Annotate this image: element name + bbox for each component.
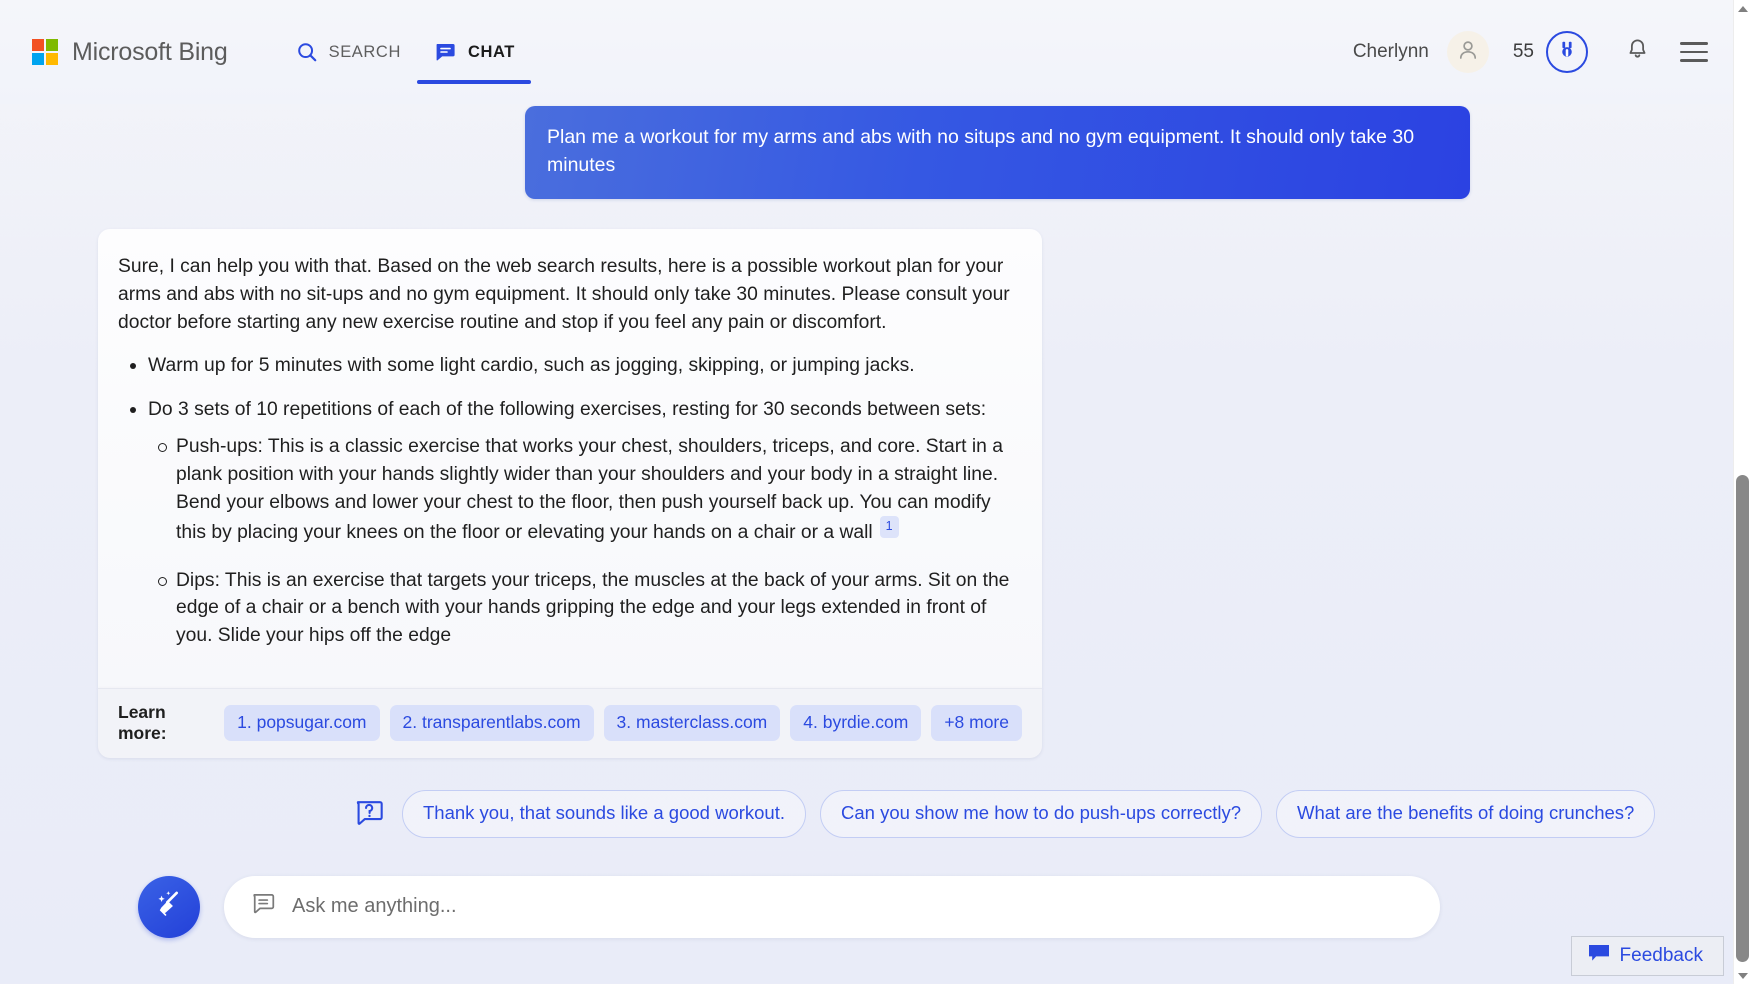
user-name: Cherlynn [1352,41,1429,62]
scroll-up-arrow-icon[interactable] [1734,0,1750,17]
new-topic-button[interactable] [138,875,200,938]
rewards-button[interactable] [1546,31,1588,73]
suggestion-chip-2[interactable]: Can you show me how to do push-ups corre… [820,789,1263,838]
list-item: Push-ups: This is a classic exercise tha… [148,433,1012,546]
bullet-text: Do 3 sets of 10 repetitions of each of t… [148,398,987,420]
app-header: Microsoft Bing SEARCH CHAT Cherlynn 55 [0,0,1750,104]
nav-tab-chat[interactable]: CHAT [416,0,532,104]
broom-sweep-icon [151,886,187,927]
rewards-points-count: 55 [1512,41,1534,62]
person-icon [1456,38,1480,67]
question-bubble-icon [353,798,385,830]
assistant-answer-card: Sure, I can help you with that. Based on… [98,229,1042,688]
sub-bullet-text: Dips: This is an exercise that targets y… [176,569,1010,646]
list-item: Dips: This is an exercise that targets y… [148,567,1012,650]
suggested-prompts-row: Thank you, that sounds like a good worko… [28,789,1722,838]
list-item: Warm up for 5 minutes with some light ca… [118,352,1012,380]
feedback-bubble-icon [1588,944,1610,967]
nav-tab-chat-label: CHAT [467,42,515,61]
chat-bubble-icon [433,40,457,64]
brand-name: Microsoft Bing [72,37,228,66]
nav-tab-search-label: SEARCH [328,42,401,61]
answer-bullet-list: Warm up for 5 minutes with some light ca… [118,352,1012,649]
header-actions: Cherlynn 55 [1353,29,1722,75]
answer-intro-paragraph: Sure, I can help you with that. Based on… [118,256,1010,333]
feedback-button[interactable]: Feedback [1570,936,1724,976]
hamburger-menu-icon[interactable] [1680,42,1708,62]
search-icon [296,41,318,63]
learn-more-label: Learn more: [118,701,167,743]
bullet-text: Warm up for 5 minutes with some light ca… [148,355,915,377]
source-link-2[interactable]: 2. transparentlabs.com [389,704,594,741]
main-nav: SEARCH CHAT [280,0,532,104]
scrollbar-thumb[interactable] [1736,475,1749,962]
answer-sub-bullet-list: Push-ups: This is a classic exercise tha… [148,433,1012,649]
chat-bubble-icon [250,891,276,922]
citation-badge[interactable]: 1 [879,516,899,538]
source-link-1[interactable]: 1. popsugar.com [224,704,380,741]
user-message-bubble: Plan me a workout for my arms and abs wi… [525,106,1470,200]
nav-tab-search[interactable]: SEARCH [280,0,417,104]
source-link-3[interactable]: 3. masterclass.com [603,704,781,741]
page-scrollbar[interactable] [1733,0,1750,984]
brand-logo[interactable]: Microsoft Bing [32,38,228,67]
composer-row [28,875,1722,938]
sub-bullet-text: Push-ups: This is a classic exercise tha… [176,436,1003,544]
feedback-label: Feedback [1619,944,1703,966]
suggestion-chip-3[interactable]: What are the benefits of doing crunches? [1276,789,1656,838]
account-button[interactable] [1446,31,1489,73]
ask-input-container[interactable] [224,875,1440,938]
chat-area: Plan me a workout for my arms and abs wi… [0,106,1750,938]
rewards-medal-icon [1556,39,1578,66]
scroll-down-arrow-icon[interactable] [1734,967,1750,984]
list-item: Do 3 sets of 10 repetitions of each of t… [118,396,1012,650]
suggestion-chip-1[interactable]: Thank you, that sounds like a good worko… [402,789,806,838]
user-message-row: Plan me a workout for my arms and abs wi… [28,106,1722,200]
source-link-4[interactable]: 4. byrdie.com [790,704,922,741]
assistant-answer: Sure, I can help you with that. Based on… [98,229,1042,758]
bell-icon [1625,37,1650,67]
learn-more-bar: Learn more: 1. popsugar.com 2. transpare… [98,687,1042,758]
source-link-more[interactable]: +8 more [931,704,1022,741]
microsoft-logo-icon [32,39,58,65]
notifications-button[interactable] [1614,29,1660,75]
ask-input[interactable] [292,895,1414,918]
